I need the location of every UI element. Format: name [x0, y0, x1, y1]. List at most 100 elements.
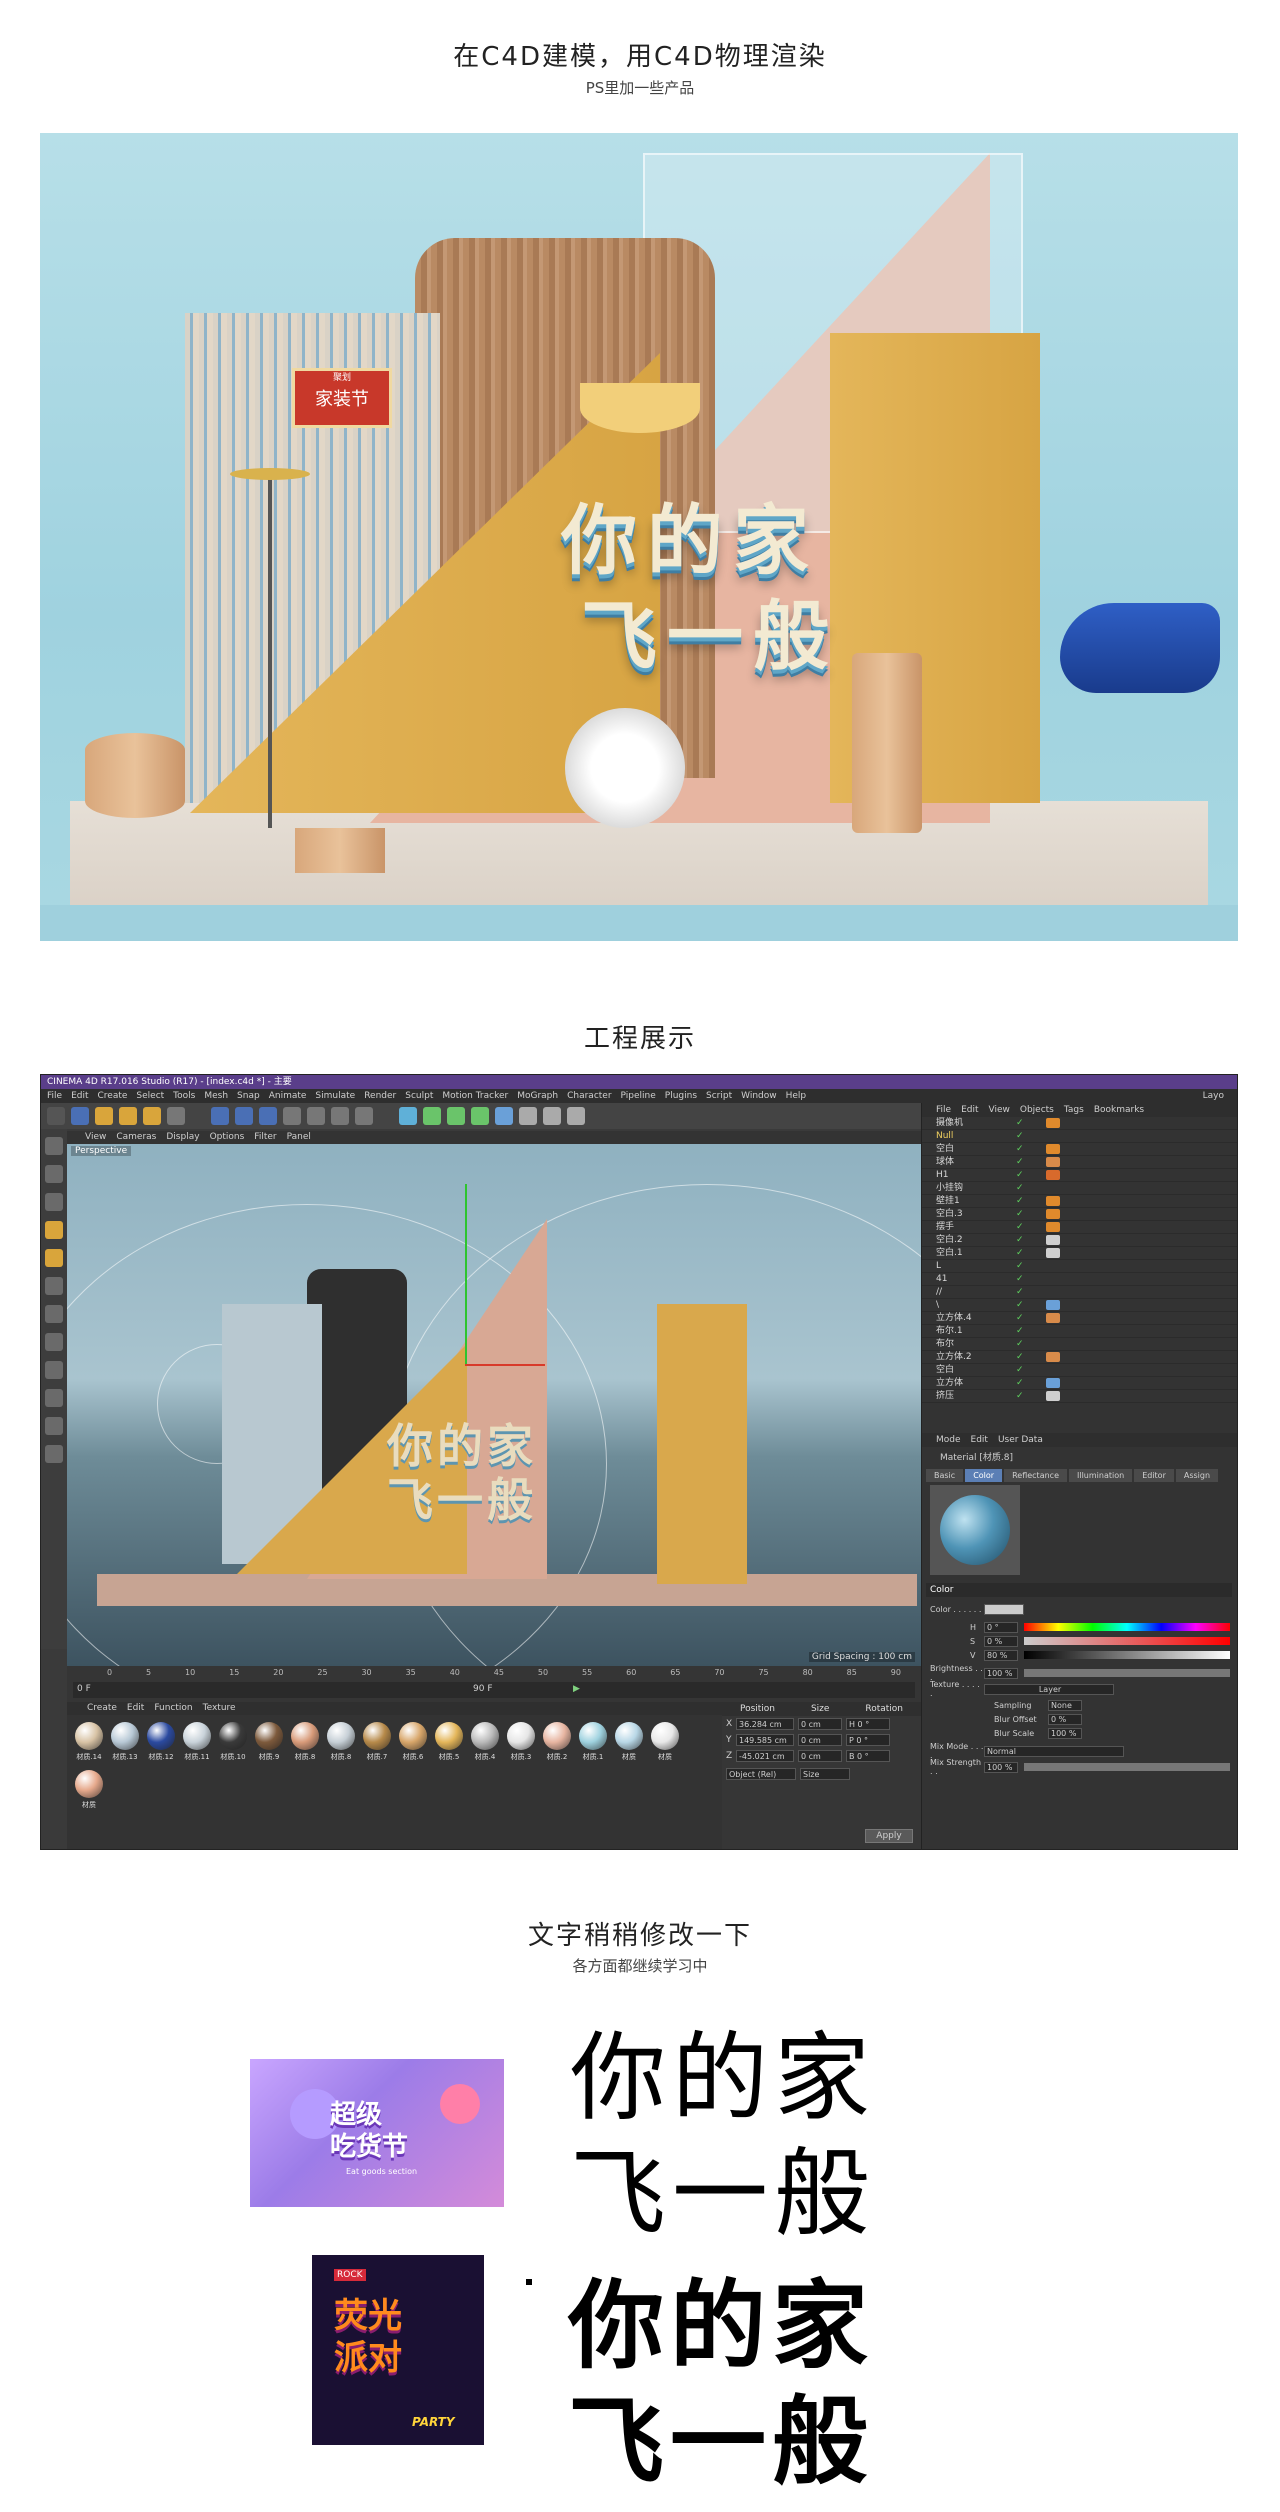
object-visibility-check[interactable]: ✓ — [1016, 1130, 1046, 1142]
attr-mix-mode-value[interactable]: Normal — [984, 1745, 1124, 1757]
toolbar-tool-icon-19[interactable] — [543, 1107, 561, 1125]
object-name[interactable]: 空白 — [936, 1143, 1016, 1155]
object-name[interactable]: 布尔 — [936, 1338, 1016, 1350]
object-visibility-check[interactable]: ✓ — [1016, 1195, 1046, 1207]
object-row[interactable]: 挤压 ✓ — [922, 1390, 1237, 1403]
left-tool-icon-1[interactable] — [45, 1165, 63, 1183]
attr-blur-scale-value[interactable]: 100 % — [1048, 1727, 1082, 1739]
object-visibility-check[interactable]: ✓ — [1016, 1364, 1046, 1376]
attr-layer-button[interactable]: Layer — [984, 1683, 1114, 1695]
toolbar-tool-icon-7[interactable] — [235, 1107, 253, 1125]
object-tag-icon[interactable] — [1046, 1352, 1060, 1362]
axis-y-gizmo[interactable] — [465, 1184, 467, 1364]
menu-item-1[interactable]: Edit — [71, 1091, 88, 1101]
material-swatch[interactable]: 材质 — [72, 1770, 106, 1810]
material-swatch[interactable]: 材质 — [612, 1722, 646, 1762]
object-menu-item-2[interactable]: View — [989, 1105, 1010, 1115]
material-swatch[interactable]: 材质 — [648, 1722, 682, 1762]
material-menu-item-1[interactable]: Edit — [127, 1703, 144, 1713]
object-tag-icon[interactable] — [1046, 1391, 1060, 1401]
left-tool-icon-9[interactable] — [45, 1389, 63, 1407]
material-swatch[interactable]: 材质.11 — [180, 1722, 214, 1762]
object-tag-icon[interactable] — [1046, 1235, 1060, 1245]
object-menu-item-4[interactable]: Tags — [1064, 1105, 1084, 1115]
object-row[interactable]: 摄像机 ✓ — [922, 1117, 1237, 1130]
menu-item-6[interactable]: Snap — [237, 1091, 260, 1101]
axis-x-gizmo[interactable] — [465, 1364, 545, 1366]
material-swatch[interactable]: 材质.8 — [324, 1722, 358, 1762]
menu-item-4[interactable]: Tools — [173, 1091, 195, 1101]
view-menu-item-5[interactable]: Panel — [287, 1132, 311, 1142]
color-swatch[interactable] — [984, 1603, 1024, 1615]
object-row[interactable]: 壁挂1 ✓ — [922, 1195, 1237, 1208]
object-tag-icon[interactable] — [1046, 1196, 1060, 1206]
left-tool-icon-5[interactable] — [45, 1277, 63, 1295]
coord-rotation-field[interactable]: H 0 ° — [846, 1718, 890, 1730]
material-swatch[interactable]: 材质.6 — [396, 1722, 430, 1762]
toolbar-tool-icon-16[interactable] — [471, 1107, 489, 1125]
material-menu-item-2[interactable]: Function — [154, 1703, 192, 1713]
object-visibility-check[interactable]: ✓ — [1016, 1234, 1046, 1246]
material-swatch[interactable]: 材质.4 — [468, 1722, 502, 1762]
play-button[interactable]: ▶ — [573, 1684, 580, 1694]
object-menu-item-1[interactable]: Edit — [961, 1105, 978, 1115]
menu-item-18[interactable]: Help — [786, 1091, 807, 1101]
toolbar-tool-icon-4[interactable] — [143, 1107, 161, 1125]
object-tag-icon[interactable] — [1046, 1313, 1060, 1323]
object-name[interactable]: 空白 — [936, 1364, 1016, 1376]
object-row[interactable]: \ ✓ — [922, 1299, 1237, 1312]
object-name[interactable]: 立方体.2 — [936, 1351, 1016, 1363]
material-swatch[interactable]: 材质.1 — [576, 1722, 610, 1762]
menu-item-3[interactable]: Select — [136, 1091, 164, 1101]
toolbar-tool-icon-12[interactable] — [355, 1107, 373, 1125]
object-menu-item-5[interactable]: Bookmarks — [1094, 1105, 1144, 1115]
object-visibility-check[interactable]: ✓ — [1016, 1208, 1046, 1220]
material-swatch[interactable]: 材质.13 — [108, 1722, 142, 1762]
toolbar-tool-icon-5[interactable] — [167, 1107, 185, 1125]
coord-rotation-field[interactable]: B 0 ° — [846, 1750, 890, 1762]
object-row[interactable]: //✓ — [922, 1286, 1237, 1299]
layout-label[interactable]: Layo — [1203, 1089, 1224, 1103]
timeline-end-frame[interactable]: 90 F — [473, 1684, 493, 1694]
toolbar-tool-icon-0[interactable] — [47, 1107, 65, 1125]
object-name[interactable]: 41 — [936, 1273, 1016, 1285]
object-tag-icon[interactable] — [1046, 1248, 1060, 1258]
menu-item-7[interactable]: Animate — [269, 1091, 307, 1101]
left-tool-icon-3[interactable] — [45, 1221, 63, 1239]
object-row[interactable]: 布尔.1 ✓ — [922, 1325, 1237, 1338]
left-tool-icon-0[interactable] — [45, 1137, 63, 1155]
menu-item-0[interactable]: File — [47, 1091, 62, 1101]
coord-size-field[interactable]: 0 cm — [798, 1718, 842, 1730]
menu-item-11[interactable]: Motion Tracker — [442, 1091, 508, 1101]
material-swatch[interactable]: 材质.8 — [288, 1722, 322, 1762]
object-name[interactable]: \ — [936, 1299, 1016, 1311]
object-visibility-check[interactable]: ✓ — [1016, 1143, 1046, 1155]
toolbar-tool-icon-14[interactable] — [423, 1107, 441, 1125]
toolbar-tool-icon-15[interactable] — [447, 1107, 465, 1125]
object-visibility-check[interactable]: ✓ — [1016, 1351, 1046, 1363]
coord-size-field[interactable]: 0 cm — [798, 1734, 842, 1746]
saturation-slider[interactable] — [1024, 1637, 1230, 1645]
attr-menu-item-1[interactable]: Edit — [971, 1435, 988, 1445]
menu-item-8[interactable]: Simulate — [315, 1091, 355, 1101]
toolbar-tool-icon-1[interactable] — [71, 1107, 89, 1125]
object-visibility-check[interactable]: ✓ — [1016, 1221, 1046, 1233]
toolbar-tool-icon-8[interactable] — [259, 1107, 277, 1125]
brightness-slider[interactable] — [1024, 1669, 1230, 1677]
object-visibility-check[interactable]: ✓ — [1016, 1182, 1046, 1194]
object-name[interactable]: 空白.1 — [936, 1247, 1016, 1259]
menu-item-5[interactable]: Mesh — [204, 1091, 228, 1101]
coord-size-field[interactable]: 0 cm — [798, 1750, 842, 1762]
material-swatch[interactable]: 材质.14 — [72, 1722, 106, 1762]
attr-menu-item-0[interactable]: Mode — [936, 1435, 961, 1445]
menu-item-15[interactable]: Plugins — [665, 1091, 697, 1101]
attr-brightness-value[interactable]: 100 % — [984, 1667, 1018, 1679]
left-tool-icon-6[interactable] — [45, 1305, 63, 1323]
attr-sampling-value[interactable]: None — [1048, 1699, 1082, 1711]
object-name[interactable]: 摄像机 — [936, 1117, 1016, 1129]
toolbar-tool-icon-11[interactable] — [331, 1107, 349, 1125]
object-name[interactable]: 立方体.4 — [936, 1312, 1016, 1324]
timeline-current-frame[interactable]: 0 F — [77, 1684, 91, 1694]
attr-blur-offset-value[interactable]: 0 % — [1048, 1713, 1082, 1725]
object-tag-icon[interactable] — [1046, 1118, 1060, 1128]
